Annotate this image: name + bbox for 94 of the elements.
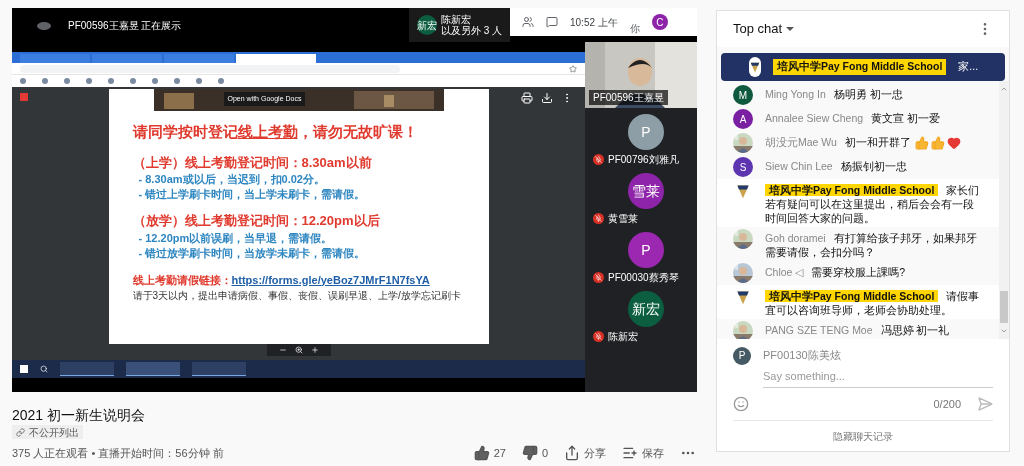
pdf-bullet-line: - 错过上学刷卡时间，当上学未刷卡，需请假。 (137, 187, 367, 202)
chat-message: 胡没元Mae Wu 初一和开群了 (765, 135, 911, 150)
share-button[interactable]: 分享 (564, 445, 606, 462)
bookmark-icon[interactable] (108, 78, 114, 84)
zoom-icon[interactable] (294, 346, 303, 354)
bookmark-icon[interactable] (152, 78, 158, 84)
participant-name: PF00596王嘉昱 (589, 90, 668, 105)
school-logo-icon (735, 183, 751, 199)
chat-message: 培风中学Pay Fong Middle School 家长们若有疑问可以在这里提出，稍后会会有一段时间回答大家的问题。 (765, 183, 981, 225)
print-icon[interactable] (521, 92, 533, 104)
leave-form-link[interactable]: https://forms.gle/yeBoz7JMrF1N7fsYA (231, 273, 430, 286)
participant-name: 黄雪莱 (608, 212, 638, 226)
participant-name: PF00030蔡秀琴 (608, 271, 679, 285)
chat-message: Annalee Siew Cheng 黄文宣 初一爱 (765, 111, 941, 126)
pinned-author: 培风中学Pay Fong Middle School (773, 59, 947, 75)
taskbar-app[interactable] (60, 362, 114, 376)
scroll-up-icon[interactable] (1000, 85, 1008, 93)
view-stats: 375 人正在观看 • 直播开始时间：56分钟 前 (12, 446, 224, 461)
bookmark-icon[interactable] (196, 78, 202, 84)
chat-message: Chloe ◁ 需要穿校服上課嗎? (765, 265, 907, 280)
pdf-heading: 请同学按时登记线上考勤，请勿无故旷课！ (132, 122, 419, 142)
zoom-out-icon[interactable] (278, 346, 287, 354)
pdf-bullet-line: - 12.20pm以前误刷，当早退，需请假。 (137, 230, 334, 246)
cloud-icon (36, 19, 52, 31)
unlisted-label: 不公开列出 (29, 425, 79, 440)
pinned-text: 家... (958, 59, 979, 75)
share-icon (564, 445, 580, 462)
school-logo-icon (749, 61, 761, 73)
pdf-bullet-line: - 错过放学刷卡时间，当放学未刷卡，需请假。 (137, 245, 367, 261)
pdf-link-line: 线上考勤请假链接：https://forms.gle/yeBoz7JMrF1N7fsYA (132, 272, 431, 288)
pdf-note: 请于3天以内，提出申请病假、事假、丧假、误刷早退、上学/放学忘记刷卡 (132, 289, 461, 302)
dislike-button[interactable]: 0 (521, 445, 548, 462)
chat-icon[interactable] (546, 16, 558, 28)
user-avatar: M (733, 85, 753, 105)
chat-message: PANG SZE TENG Moe 冯思婷 初一礼 (765, 323, 951, 338)
bookmark-star-icon[interactable] (569, 64, 577, 73)
user-avatar: A (733, 109, 753, 129)
clock-time: 10:52 上午 (570, 15, 618, 30)
bookmark-icon[interactable] (174, 78, 180, 84)
participant-avatar: 新宏 (416, 15, 437, 35)
presenter-label: PF00596王嘉昱 正在展示 (68, 18, 182, 33)
pdf-bullet-line: - 8.30am或以后，当迟到，扣0.02分。 (137, 172, 326, 187)
bookmark-icon[interactable] (86, 78, 92, 84)
chat-message: 培风中学Pay Fong Middle School 请假事宜可以咨询班导师，老师会协助处理。 (765, 289, 981, 317)
send-icon[interactable] (977, 395, 993, 412)
video-title: 2021 初一新生说明会 (12, 406, 147, 424)
participant-avatar: P (628, 114, 664, 150)
participant-avatar: 新宏 (628, 291, 664, 327)
link-icon (16, 427, 25, 437)
others-count: 以及另外 3 人 (440, 25, 502, 36)
chat-message: Ming Yong In 杨明勇 初一忠 (765, 87, 904, 102)
thumbs-down-icon (521, 445, 538, 462)
participant-avatar: P (628, 232, 664, 268)
download-icon[interactable] (541, 92, 553, 104)
school-logo-icon (735, 289, 751, 305)
chat-message: Goh doramei 有打算给孩子邦牙，如果邦牙需要请假，会扣分吗？ (765, 231, 978, 259)
windows-start-icon[interactable] (20, 365, 28, 373)
participant-name: 陈新宏 (440, 14, 472, 25)
like-button[interactable]: 27 (473, 445, 506, 462)
scrollbar[interactable] (999, 81, 1009, 339)
chat-input[interactable]: Say something... (763, 368, 993, 388)
user-avatar: S (733, 157, 753, 177)
bookmark-icon[interactable] (130, 78, 136, 84)
participant-avatar: 雪莱 (628, 173, 664, 209)
character-counter: 0/200 (933, 396, 961, 412)
user-name: PF00130陈美炫 (763, 347, 842, 363)
hide-chat-button[interactable]: 隐藏聊天记录 (717, 421, 1009, 451)
bookmark-icon[interactable] (42, 78, 48, 84)
url-field[interactable] (20, 64, 400, 73)
thumbs-up-icon (473, 445, 490, 462)
emoji-icon[interactable] (733, 395, 749, 412)
search-icon[interactable] (40, 365, 48, 373)
bookmark-icon[interactable] (64, 78, 70, 84)
participant-name: 陈新宏 (608, 330, 638, 344)
participant-name: PF00796刘雅凡 (608, 153, 679, 167)
taskbar-app[interactable] (126, 362, 180, 376)
chat-message: Siew Chin Lee 杨振钊初一忠 (765, 159, 908, 174)
user-avatar[interactable]: C (651, 14, 668, 30)
pdf-file-icon (20, 93, 28, 101)
people-icon[interactable] (522, 16, 534, 28)
pdf-section-title: （放学）线上考勤登记时间：12.20pm以后 (132, 212, 381, 230)
bookmark-icon[interactable] (20, 78, 26, 84)
caret-icon (786, 25, 795, 33)
top-chat-dropdown[interactable]: Top chat (733, 19, 795, 39)
user-avatar: P (733, 346, 751, 365)
you-label: 你 (629, 22, 640, 36)
pdf-section-title: （上学）线上考勤登记时间：8.30am以前 (132, 153, 373, 172)
scroll-thumb[interactable] (1000, 290, 1008, 323)
video-player[interactable] (12, 8, 697, 392)
pinned-message[interactable]: 培风中学Pay Fong Middle School 家... (721, 53, 1005, 81)
bookmark-icon[interactable] (218, 78, 224, 84)
save-button[interactable]: 保存 (622, 445, 664, 462)
zoom-in-icon[interactable] (310, 346, 319, 354)
taskbar-app[interactable] (192, 362, 246, 376)
